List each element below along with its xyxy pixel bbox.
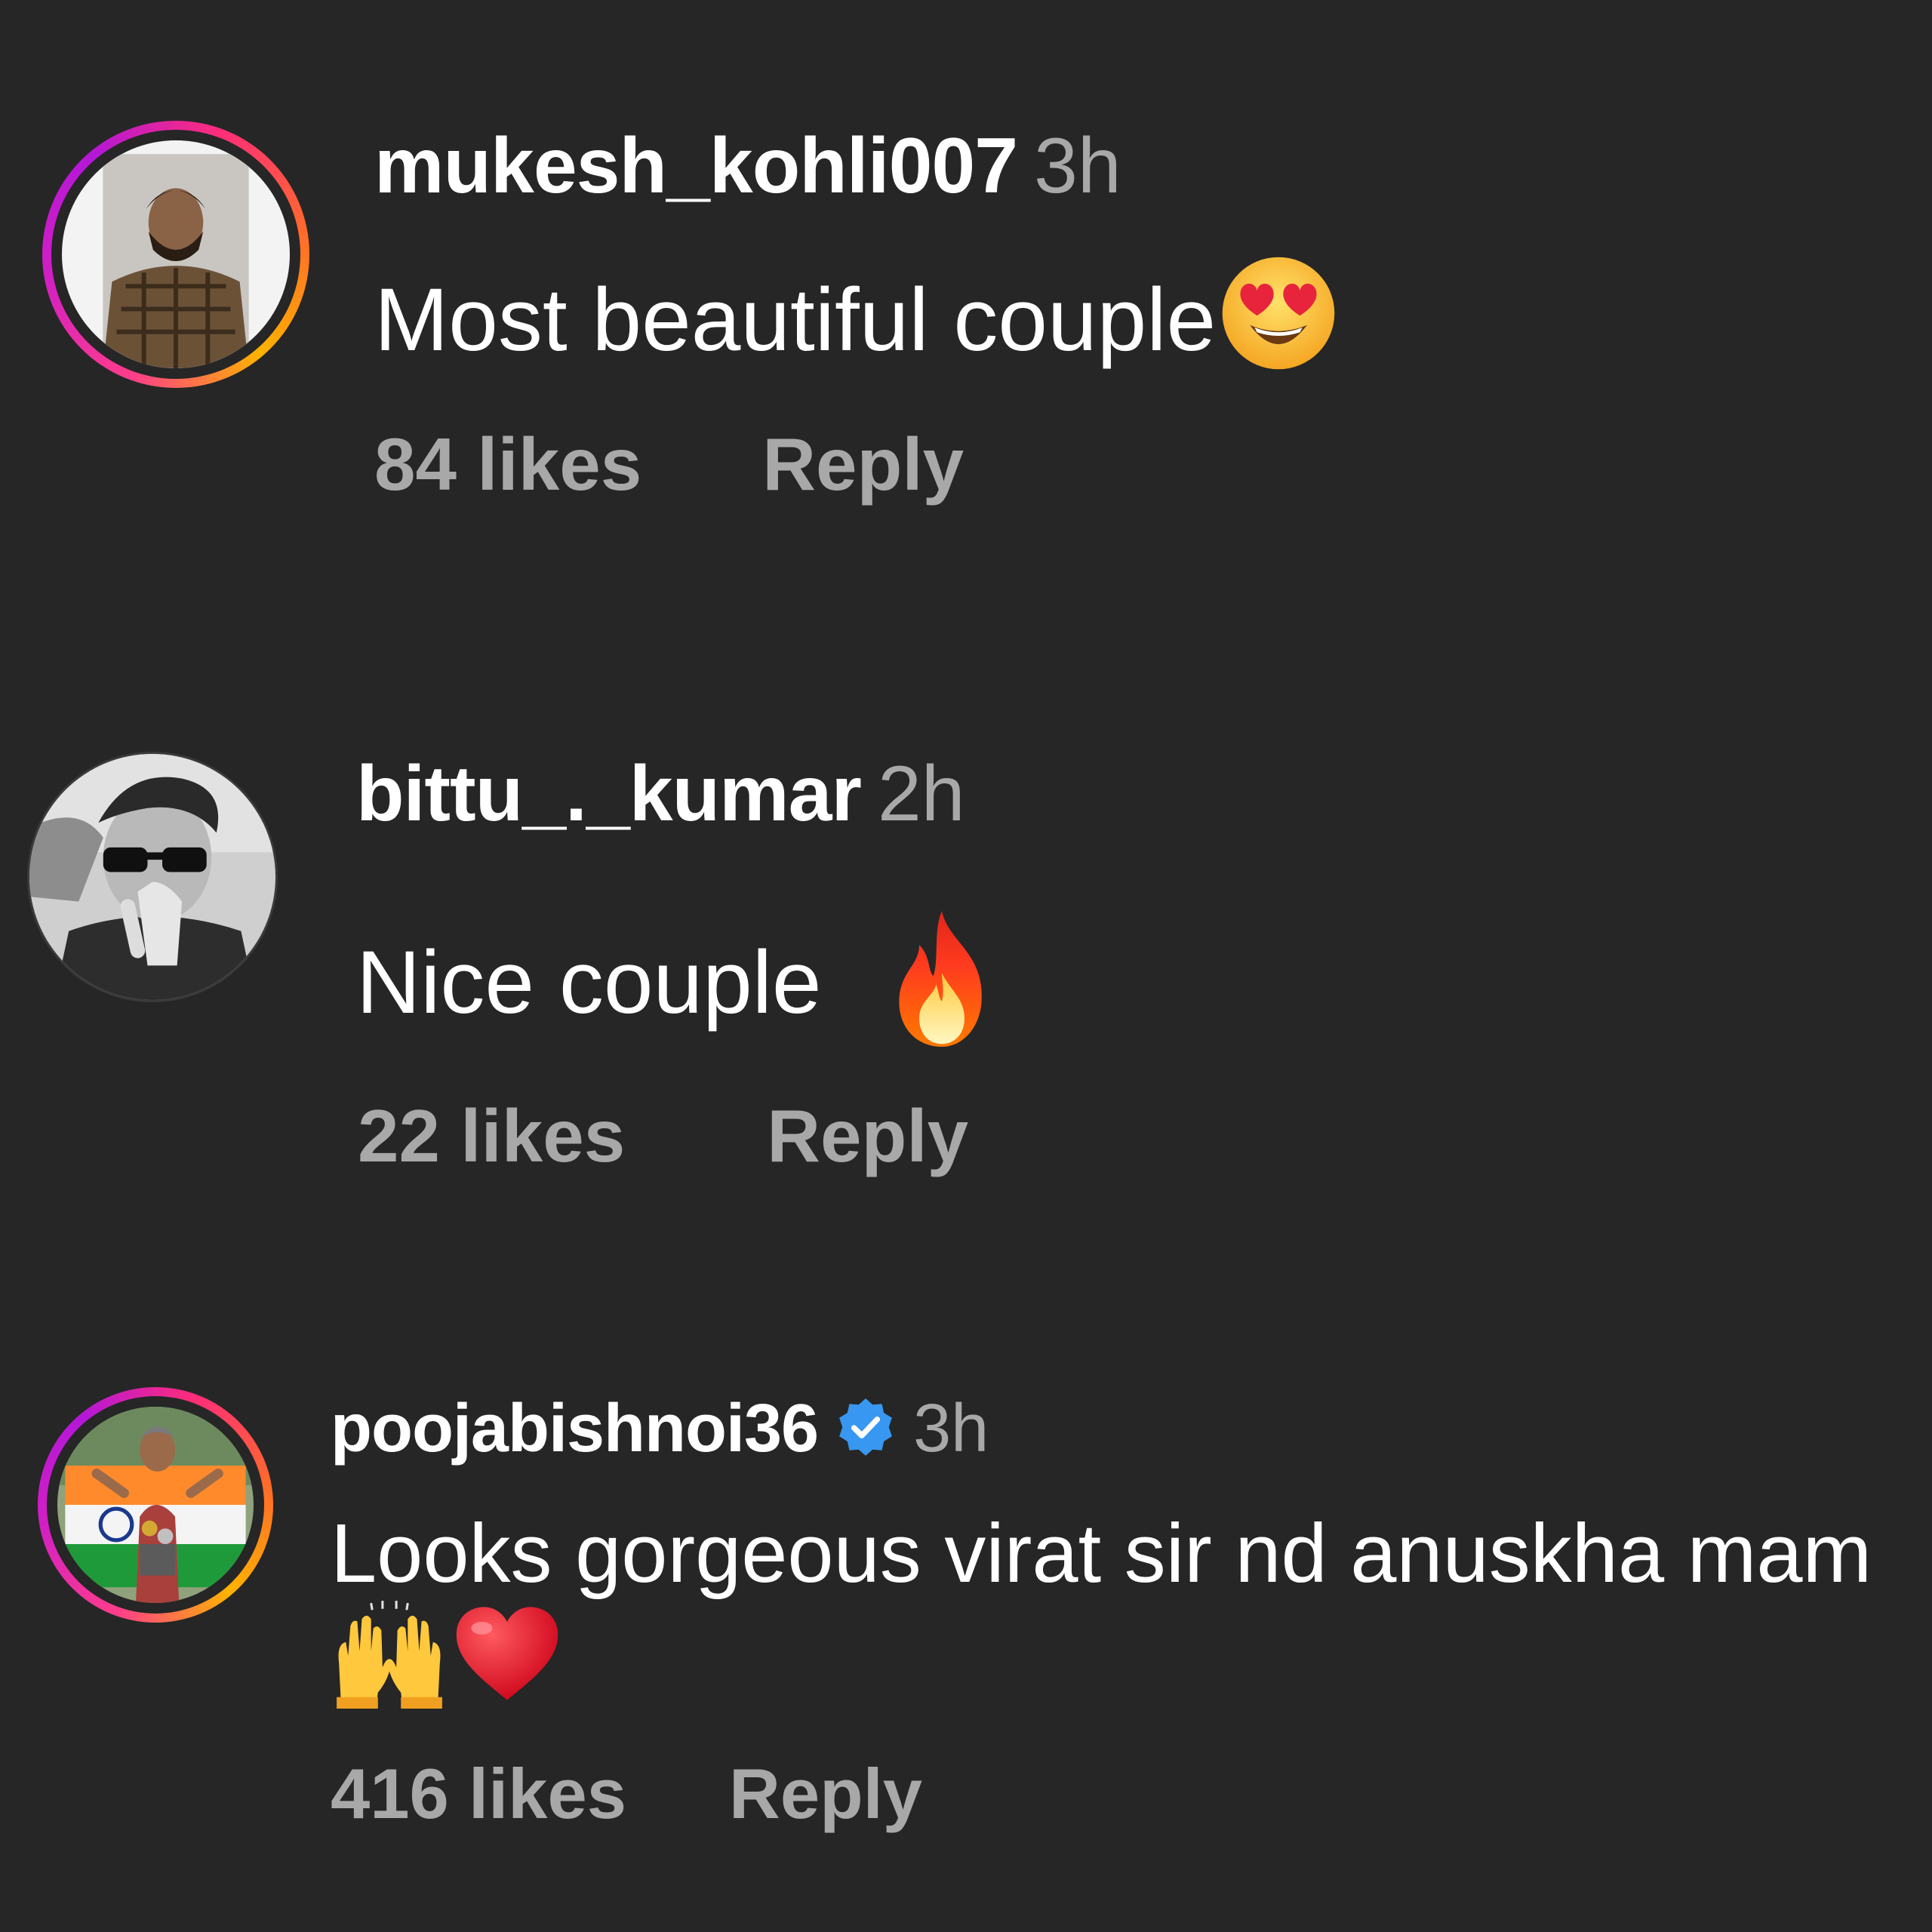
- comment-header: poojabishnoi36 3h: [331, 1395, 989, 1463]
- comment-text: Looks gorgeous virat sir nd anuskha mam: [331, 1512, 1872, 1595]
- username-link[interactable]: poojabishnoi36: [331, 1391, 819, 1466]
- avatar-with-story-ring[interactable]: [42, 121, 309, 388]
- comment-text: Most beautiful couple: [374, 254, 1338, 373]
- comment-actions: 22 likes Reply: [358, 1099, 968, 1173]
- comment-timestamp: 2h: [877, 750, 965, 838]
- avatar-photo: [57, 1407, 254, 1603]
- avatar[interactable]: [27, 752, 278, 1002]
- avatar-photo: [62, 140, 290, 368]
- raising-hands-emoji: [332, 1598, 447, 1709]
- reply-button[interactable]: Reply: [767, 1094, 968, 1177]
- comment-body: Looks gorgeous virat sir nd anuskha mam: [331, 1507, 1872, 1600]
- comment-text: Nice couple: [356, 907, 998, 1051]
- username-link[interactable]: mukesh_kohli007: [374, 122, 1018, 210]
- comment-emoji-line: [332, 1598, 560, 1709]
- comment-body: Nice couple: [356, 933, 847, 1032]
- comment-timestamp: 3h: [1034, 122, 1121, 210]
- comment-actions: 416 likes Reply: [331, 1758, 922, 1829]
- red-heart-emoji: [454, 1604, 560, 1703]
- heart-eyes-emoji: [1219, 254, 1338, 373]
- likes-count[interactable]: 84 likes: [374, 423, 641, 506]
- avatar-with-story-ring[interactable]: [38, 1387, 273, 1623]
- avatar-photo: [29, 754, 275, 1000]
- username-link[interactable]: bittu_._kumar: [356, 750, 862, 838]
- comment-actions: 84 likes Reply: [374, 427, 964, 501]
- comment-header: mukesh_kohli007 3h: [374, 127, 1121, 205]
- reply-button[interactable]: Reply: [762, 423, 964, 506]
- reply-button[interactable]: Reply: [729, 1754, 922, 1833]
- likes-count[interactable]: 22 likes: [358, 1094, 625, 1177]
- comment-timestamp: 3h: [913, 1391, 989, 1466]
- comment-header: bittu_._kumar 2h: [356, 755, 965, 833]
- comment-body: Most beautiful couple: [374, 270, 1217, 370]
- fire-emoji: [885, 907, 998, 1051]
- verified-badge-icon: [835, 1397, 897, 1459]
- likes-count[interactable]: 416 likes: [331, 1754, 626, 1833]
